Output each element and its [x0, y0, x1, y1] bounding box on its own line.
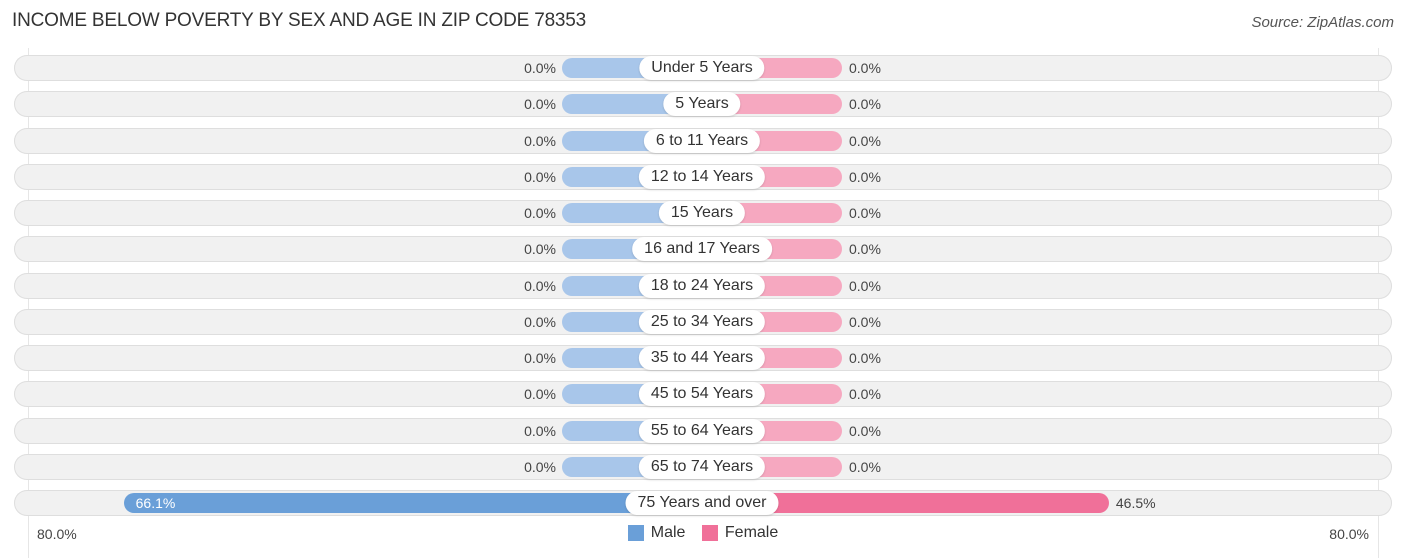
bar-male	[123, 493, 702, 513]
chart-row: 35 to 44 Years 0.0% 0.0%	[14, 345, 1392, 371]
value-label-female: 0.0%	[849, 277, 881, 294]
value-label-male: 66.1%	[135, 495, 176, 511]
axis-gridline	[28, 48, 29, 558]
chart-row: 16 and 17 Years 0.0% 0.0%	[14, 236, 1392, 263]
value-label-female: 0.0%	[849, 422, 881, 439]
value-label-male: 0.0%	[524, 313, 556, 330]
value-label-male: 0.0%	[524, 132, 556, 149]
value-label-male: 0.0%	[524, 422, 556, 439]
chart-row: 55 to 64 Years 0.0% 0.0%	[14, 417, 1392, 444]
category-label: 16 and 17 Years	[632, 237, 772, 262]
value-label-male: 0.0%	[524, 386, 556, 403]
category-label: Under 5 Years	[639, 56, 765, 80]
value-label-female: 0.0%	[849, 205, 881, 221]
category-label: 12 to 14 Years	[638, 164, 766, 189]
value-label-female: 0.0%	[849, 96, 881, 113]
value-label-male: 0.0%	[524, 60, 556, 76]
legend-swatch-male	[627, 525, 644, 541]
value-label-female: 0.0%	[849, 168, 881, 185]
category-label: 6 to 11 Years	[643, 128, 761, 153]
value-label-female: 0.0%	[849, 350, 881, 366]
value-label-male: 0.0%	[524, 205, 556, 221]
chart-row: 12 to 14 Years 0.0% 0.0%	[14, 163, 1392, 190]
category-label: 45 to 54 Years	[638, 382, 766, 407]
value-label-male: 0.0%	[524, 350, 556, 366]
category-label: 5 Years	[663, 92, 741, 117]
value-label-male: 0.0%	[524, 277, 556, 294]
legend-swatch-female	[701, 525, 718, 541]
category-label: 18 to 24 Years	[638, 273, 766, 298]
category-label: 35 to 44 Years	[638, 346, 766, 370]
chart-row: 6 to 11 Years 0.0% 0.0%	[14, 127, 1392, 154]
legend-item-female: Female	[701, 524, 779, 542]
chart-area: Under 5 Years 0.0% 0.0% 5 Years 0.0% 0.0% 6 to…	[0, 0, 1406, 559]
chart-row: 5 Years 0.0% 0.0%	[14, 91, 1392, 118]
value-label-female: 0.0%	[849, 313, 881, 330]
category-label: 55 to 64 Years	[638, 418, 766, 443]
legend: Male Female	[0, 524, 1406, 546]
value-label-female: 0.0%	[849, 458, 881, 475]
category-label: 25 to 34 Years	[638, 309, 766, 334]
chart-row: 45 to 54 Years 0.0% 0.0%	[14, 381, 1392, 408]
chart-row: 25 to 34 Years 0.0% 0.0%	[14, 308, 1392, 335]
value-label-female: 0.0%	[849, 386, 881, 403]
chart-row: 18 to 24 Years 0.0% 0.0%	[14, 272, 1392, 299]
value-label-female: 0.0%	[849, 241, 881, 258]
value-label-female: 0.0%	[849, 132, 881, 149]
value-label-male: 0.0%	[524, 96, 556, 113]
category-label: 75 Years and over	[625, 491, 779, 515]
legend-label-male: Male	[650, 524, 686, 541]
legend-label-female: Female	[724, 524, 779, 541]
chart-row: Under 5 Years 0.0% 0.0%	[14, 55, 1392, 81]
value-label-male: 0.0%	[524, 168, 556, 185]
category-label: 15 Years	[658, 201, 746, 225]
legend-item-male: Male	[627, 524, 686, 542]
axis-gridline	[1378, 48, 1379, 558]
value-label-male: 0.0%	[524, 458, 556, 475]
value-label-male: 0.0%	[524, 241, 556, 258]
chart-row: 75 Years and over 66.1% 46.5%	[14, 490, 1392, 516]
value-label-female: 46.5%	[1115, 495, 1156, 511]
value-label-female: 0.0%	[849, 60, 881, 76]
chart-row: 15 Years 0.0% 0.0%	[14, 200, 1392, 226]
chart-row: 65 to 74 Years 0.0% 0.0%	[14, 453, 1392, 480]
category-label: 65 to 74 Years	[638, 454, 766, 479]
